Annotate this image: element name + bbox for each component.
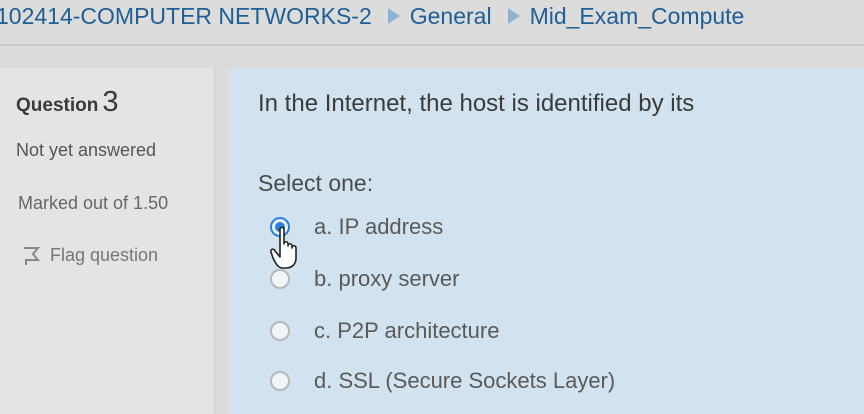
- answer-option-c[interactable]: c. P2P architecture: [270, 318, 499, 344]
- answer-option-label: d. SSL (Secure Sockets Layer): [314, 368, 616, 393]
- answer-option-d[interactable]: d. SSL (Secure Sockets Layer): [270, 368, 615, 394]
- breadcrumb-course-link[interactable]: 102414-COMPUTER NETWORKS-2: [0, 3, 372, 30]
- radio-button-c[interactable]: [270, 321, 290, 341]
- radio-button-d[interactable]: [270, 371, 290, 391]
- question-label: Question: [16, 95, 99, 116]
- radio-button-b[interactable]: [270, 269, 290, 289]
- flag-question-link[interactable]: Flag question: [22, 245, 158, 266]
- question-marks: Marked out of 1.50: [18, 193, 169, 213]
- question-info-panel: [0, 68, 215, 414]
- question-text: In the Internet, the host is identified …: [258, 90, 695, 117]
- breadcrumb: 102414-COMPUTER NETWORKS-2 General Mid_E…: [0, 0, 864, 32]
- answer-option-label: a. IP address: [314, 214, 444, 239]
- answer-option-label: c. P2P architecture: [314, 318, 500, 343]
- select-one-prompt: Select one:: [258, 170, 374, 196]
- header-divider: [0, 44, 864, 46]
- flag-icon: [24, 246, 40, 265]
- breadcrumb-quiz-link[interactable]: Mid_Exam_Compute: [530, 3, 745, 30]
- answer-option-label: b. proxy server: [314, 266, 460, 291]
- question-number: 3: [102, 86, 119, 118]
- breadcrumb-section-link[interactable]: General: [410, 3, 492, 30]
- question-content-panel: [229, 68, 864, 414]
- flag-question-label: Flag question: [50, 245, 159, 265]
- hand-pointer-cursor-icon: [270, 226, 297, 269]
- breadcrumb-separator-icon: [387, 8, 400, 24]
- question-number-heading: Question 3: [16, 86, 118, 119]
- breadcrumb-separator-icon: [507, 8, 520, 24]
- question-status: Not yet answered: [16, 140, 157, 160]
